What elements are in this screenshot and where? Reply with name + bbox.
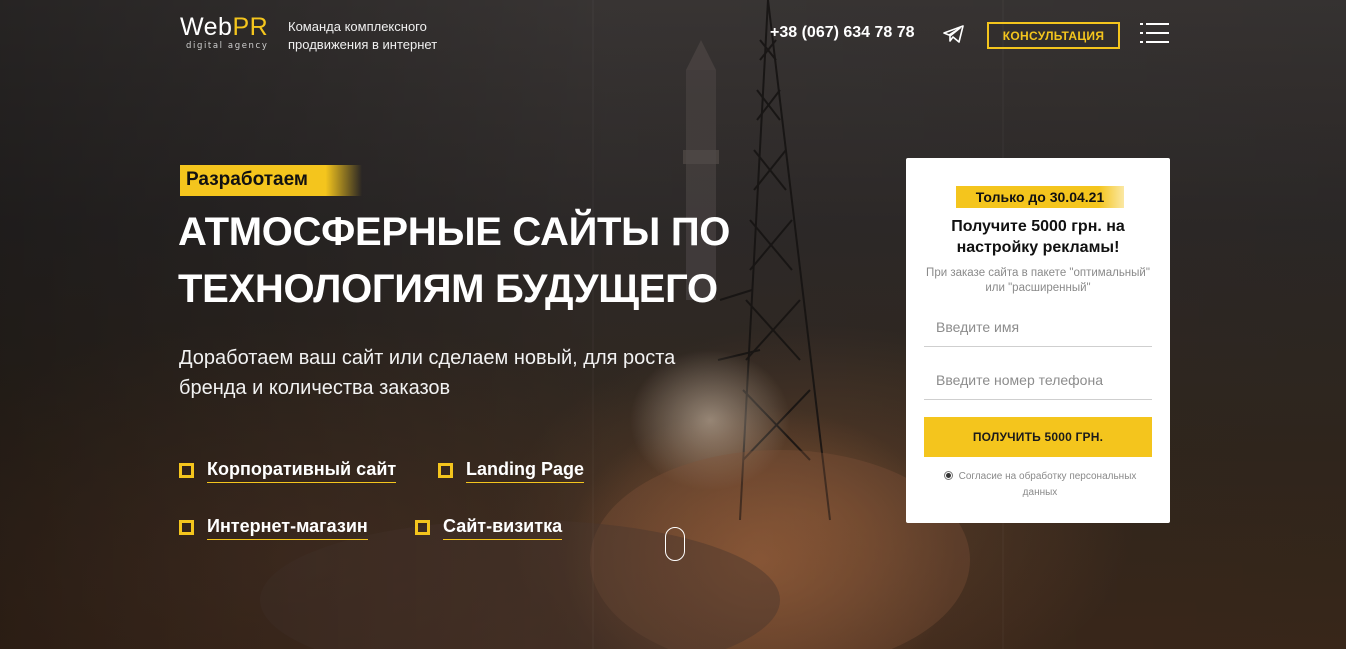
phone-link[interactable]: +38 (067) 634 78 78 [770, 24, 915, 42]
submit-button[interactable]: ПОЛУЧИТЬ 5000 ГРН. [924, 417, 1152, 457]
square-bullet-icon [438, 462, 453, 478]
name-input[interactable] [924, 307, 1152, 347]
service-label: Сайт-визитка [443, 515, 563, 540]
consent-label: Согласие на обработку персональных данны… [958, 471, 1137, 498]
phone-input[interactable] [924, 360, 1152, 400]
lead-form-card: Только до 30.04.21 Получите 5000 грн. на… [906, 158, 1170, 523]
service-label: Корпоративный сайт [207, 458, 397, 483]
hero-subtitle: Доработаем ваш сайт или сделаем новый, д… [179, 347, 676, 399]
square-bullet-icon [179, 462, 194, 478]
hero-title: АТМОСФЕРНЫЕ САЙТЫ ПО ТЕХНОЛОГИЯМ БУДУЩЕГ… [178, 210, 731, 311]
scroll-indicator-icon[interactable] [665, 527, 685, 561]
telegram-icon[interactable] [943, 24, 965, 44]
square-bullet-icon [179, 519, 194, 535]
service-landing-page[interactable]: Landing Page [438, 455, 585, 485]
menu-icon[interactable] [1140, 22, 1170, 46]
site-header: WebPR digital agency Команда комплексног… [0, 0, 1346, 70]
logo[interactable]: WebPR digital agency [180, 14, 270, 51]
promo-badge: Только до 30.04.21 [956, 186, 1124, 208]
service-label: Landing Page [466, 458, 585, 483]
header-tagline: Команда комплексного продвижения в интер… [288, 19, 438, 52]
service-corporate-site[interactable]: Корпоративный сайт [179, 455, 397, 485]
service-label: Интернет-магазин [207, 515, 368, 540]
form-note: При заказе сайта в пакете "оптимальный" … [926, 267, 1150, 294]
logo-web: Web [180, 13, 233, 41]
radio-icon[interactable] [943, 471, 953, 480]
logo-subtitle: digital agency [186, 41, 269, 51]
form-title: Получите 5000 грн. на настройку рекламы! [951, 218, 1125, 256]
service-online-store[interactable]: Интернет-магазин [179, 512, 368, 542]
hero-badge: Разработаем [180, 165, 362, 196]
service-business-card-site[interactable]: Сайт-визитка [415, 512, 563, 542]
square-bullet-icon [415, 519, 430, 535]
logo-pr: PR [232, 13, 269, 41]
consultation-button[interactable]: КОНСУЛЬТАЦИЯ [987, 22, 1120, 49]
consent-checkbox[interactable]: Согласие на обработку персональных данны… [926, 469, 1154, 501]
